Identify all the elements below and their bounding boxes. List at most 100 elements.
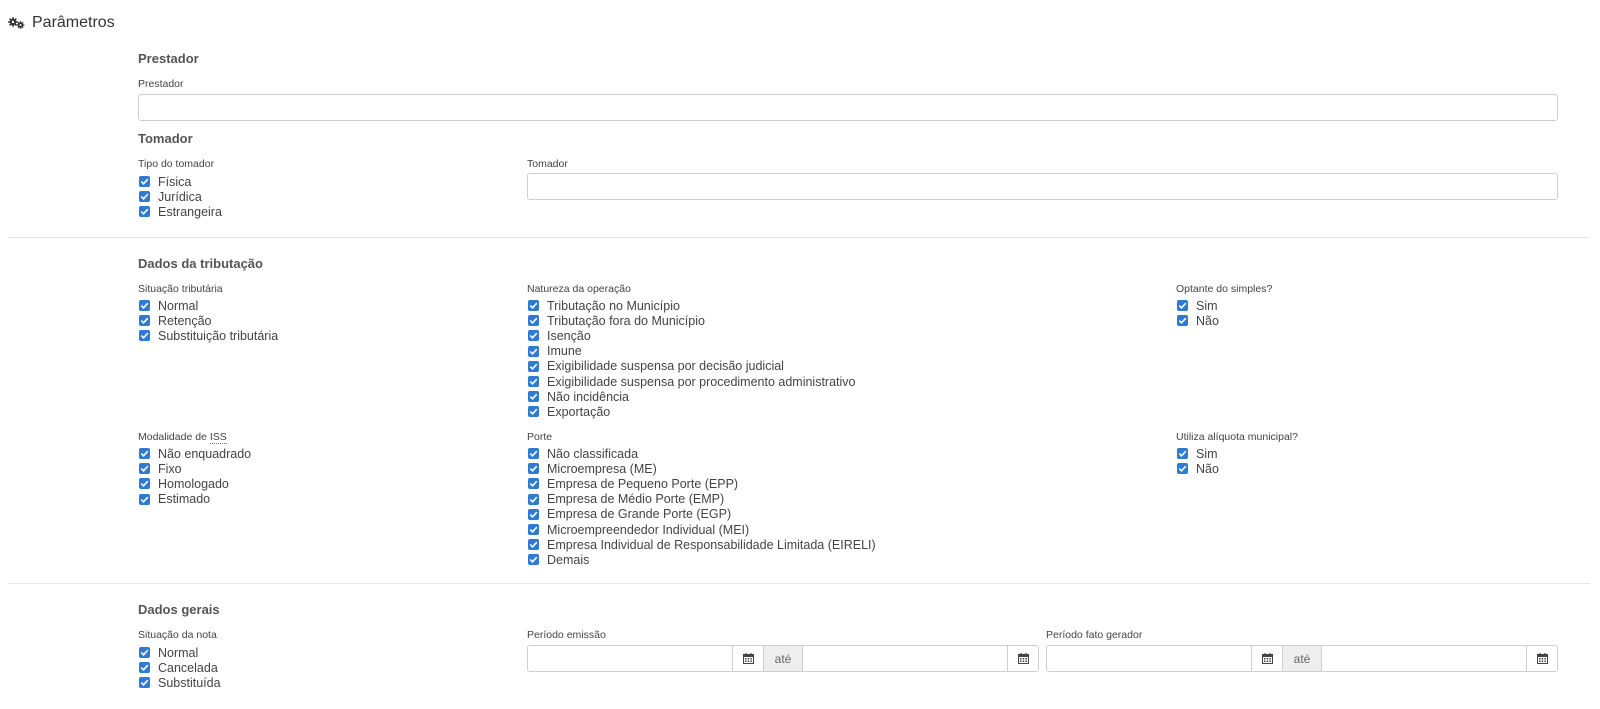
checkbox-label: Estrangeira [158, 204, 222, 219]
checkbox[interactable] [528, 508, 539, 520]
checkbox[interactable] [139, 176, 150, 188]
aliquota-municipal-label: Utiliza alíquota municipal? [1176, 431, 1298, 443]
checkbox-option[interactable]: Cancelada [139, 660, 221, 675]
checkbox[interactable] [528, 539, 539, 551]
checkbox-option[interactable]: Imune [528, 344, 856, 359]
checkbox[interactable] [528, 376, 539, 388]
checkbox-option[interactable]: Retenção [139, 313, 278, 328]
gears-icon [8, 17, 25, 29]
checkbox[interactable] [1177, 463, 1188, 475]
checkbox-label: Substituição tributária [158, 328, 279, 343]
checkbox-option[interactable]: Sim [1177, 298, 1219, 313]
checkbox[interactable] [139, 493, 150, 505]
checkbox-option[interactable]: Isenção [528, 328, 856, 343]
calendar-icon[interactable] [1526, 646, 1557, 671]
periodo-emissao-from-input[interactable] [528, 646, 732, 671]
checkbox[interactable] [528, 554, 539, 566]
checkbox[interactable] [528, 524, 539, 536]
checkbox-option[interactable]: Empresa de Grande Porte (EGP) [528, 507, 876, 522]
checkbox-option[interactable]: Homologado [139, 476, 251, 491]
checkbox[interactable] [528, 360, 539, 372]
checkbox[interactable] [139, 647, 150, 659]
checkbox-option[interactable]: Empresa de Médio Porte (EMP) [528, 492, 876, 507]
checkbox-option[interactable]: Tributação no Município [528, 298, 856, 313]
checkbox[interactable] [528, 330, 539, 342]
checkbox[interactable] [1177, 448, 1188, 460]
tomador-input[interactable] [527, 173, 1558, 200]
checkbox-option[interactable]: Sim [1177, 446, 1219, 461]
checkbox[interactable] [139, 330, 150, 342]
checkbox[interactable] [528, 345, 539, 357]
checkbox-option[interactable]: Demais [528, 552, 876, 567]
checkmark-icon [529, 393, 538, 401]
checkbox-option[interactable]: Substituída [139, 675, 221, 690]
checkbox[interactable] [1177, 315, 1188, 327]
checkbox-option[interactable]: Empresa Individual de Responsabilidade L… [528, 537, 876, 552]
checkbox-option[interactable]: Estimado [139, 492, 251, 507]
checkmark-icon [140, 649, 149, 657]
periodo-fato-from-input[interactable] [1047, 646, 1251, 671]
checkbox-label: Isenção [547, 328, 591, 343]
calendar-icon[interactable] [1251, 646, 1282, 671]
situacao-nota-checkboxes: Normal Cancelada Substituída [139, 645, 221, 691]
checkbox[interactable] [139, 191, 150, 203]
checkbox[interactable] [528, 493, 539, 505]
checkbox-label: Cancelada [158, 660, 218, 675]
checkbox-option[interactable]: Não enquadrado [139, 446, 251, 461]
checkbox[interactable] [528, 406, 539, 418]
checkbox-option[interactable]: Microempreendedor Individual (MEI) [528, 522, 876, 537]
checkbox-option[interactable]: Exigibilidade suspensa por decisão judic… [528, 359, 856, 374]
checkbox-option[interactable]: Tributação fora do Município [528, 313, 856, 328]
checkbox[interactable] [1177, 300, 1188, 312]
checkbox-label: Homologado [158, 476, 229, 491]
checkbox[interactable] [139, 300, 150, 312]
checkmark-icon [140, 450, 149, 458]
checkbox[interactable] [528, 391, 539, 403]
checkbox[interactable] [528, 478, 539, 490]
natureza-operacao-checkboxes: Tributação no Município Tributação fora d… [528, 298, 856, 420]
checkbox-option[interactable]: Exigibilidade suspensa por procedimento … [528, 374, 856, 389]
checkmark-icon [1178, 317, 1187, 325]
checkbox[interactable] [139, 677, 150, 689]
checkbox[interactable] [139, 662, 150, 674]
checkbox-label: Não enquadrado [158, 446, 252, 461]
checkmark-icon [529, 409, 538, 416]
section-title-tomador: Tomador [138, 131, 193, 146]
calendar-icon[interactable] [732, 646, 763, 671]
checkmark-icon [529, 511, 538, 518]
checkbox-option[interactable]: Exportação [528, 404, 856, 419]
checkbox-option[interactable]: Não incidência [528, 389, 856, 404]
checkbox-option[interactable]: Física [139, 174, 222, 189]
checkbox-option[interactable]: Jurídica [139, 189, 222, 204]
checkmark-icon [140, 178, 149, 186]
checkbox[interactable] [139, 478, 150, 490]
checkbox-label: Sim [1196, 446, 1218, 461]
checkbox-option[interactable]: Não [1177, 461, 1219, 476]
checkbox-label: Imune [547, 344, 582, 359]
optante-simples-label: Optante do simples? [1176, 283, 1273, 295]
checkbox-option[interactable]: Não classificada [528, 446, 876, 461]
checkbox-option[interactable]: Microempresa (ME) [528, 461, 876, 476]
periodo-emissao-to-input[interactable] [802, 646, 1007, 671]
checkbox-option[interactable]: Empresa de Pequeno Porte (EPP) [528, 476, 876, 491]
checkbox-label: Demais [547, 552, 590, 567]
checkbox-option[interactable]: Substituição tributária [139, 328, 278, 343]
checkbox-label: Empresa de Grande Porte (EGP) [547, 507, 732, 522]
calendar-icon[interactable] [1007, 646, 1038, 671]
prestador-input[interactable] [138, 94, 1558, 121]
checkbox[interactable] [139, 463, 150, 475]
checkbox-option[interactable]: Estrangeira [139, 204, 222, 219]
checkbox-option[interactable]: Não [1177, 313, 1219, 328]
checkbox-option[interactable]: Normal [139, 645, 221, 660]
checkbox-option[interactable]: Normal [139, 298, 278, 313]
checkbox-option[interactable]: Fixo [139, 461, 251, 476]
checkbox[interactable] [139, 206, 150, 218]
periodo-fato-to-input[interactable] [1321, 646, 1526, 671]
checkbox[interactable] [528, 315, 539, 327]
checkbox[interactable] [139, 448, 150, 460]
checkbox[interactable] [528, 300, 539, 312]
checkbox[interactable] [528, 448, 539, 460]
checkbox[interactable] [528, 463, 539, 475]
checkbox[interactable] [139, 315, 150, 327]
porte-checkboxes: Não classificada Microempresa (ME) Empresa… [528, 446, 876, 568]
